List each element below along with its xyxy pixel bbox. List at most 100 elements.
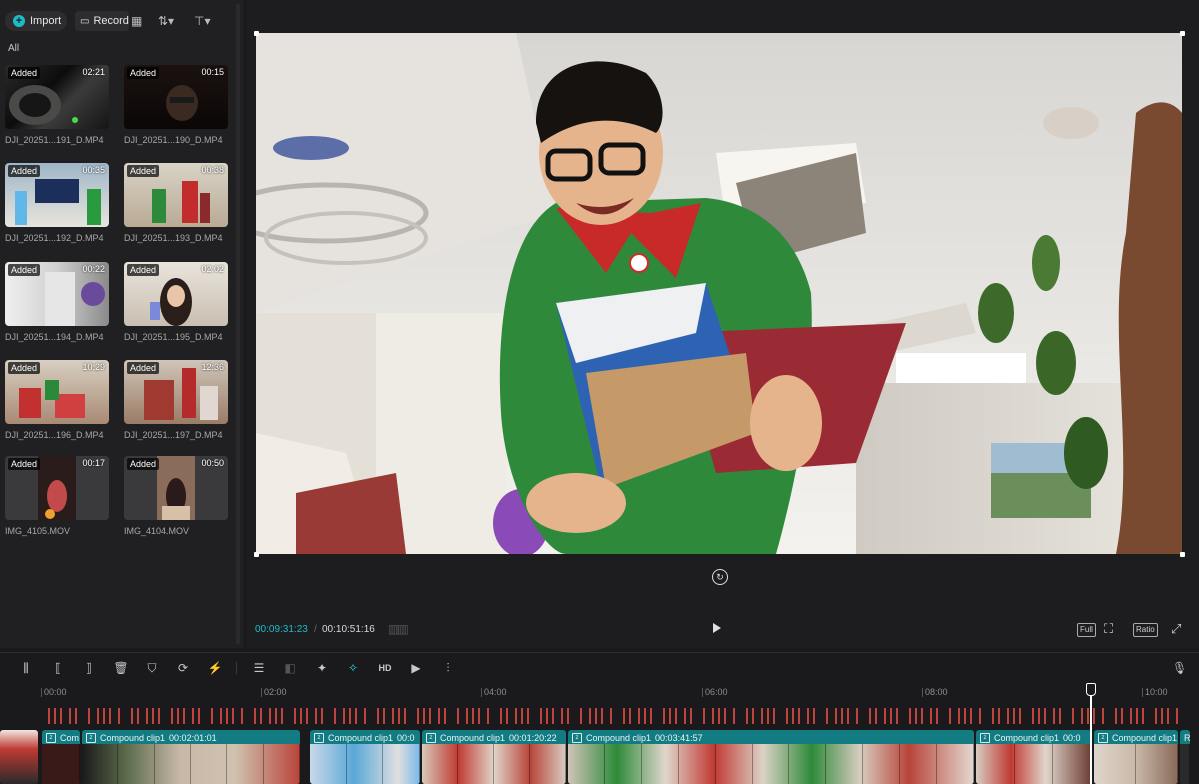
clip-name: Compound clip1 bbox=[440, 733, 506, 743]
compound-clip[interactable]: z Com bbox=[42, 730, 80, 784]
media-thumbnail: Added 10:29 bbox=[5, 360, 109, 424]
delete-icon[interactable]: 🗑 bbox=[113, 660, 129, 676]
media-item[interactable]: Added 02:21 DJI_20251...191_D.MP4 bbox=[5, 65, 109, 145]
crop-icon[interactable]: ⟳ bbox=[175, 660, 191, 676]
auto-reframe-icon[interactable]: ⚡ bbox=[207, 660, 223, 676]
filter-all-label[interactable]: All bbox=[8, 43, 19, 54]
crop-handle[interactable] bbox=[1180, 31, 1185, 36]
trim-left-icon[interactable]: ⟦ bbox=[50, 660, 66, 676]
clip-label: z Compound clip1 00:02:01:01 bbox=[86, 732, 217, 744]
beat-marker bbox=[232, 708, 234, 724]
magic-edit-icon[interactable]: ✧ bbox=[345, 660, 361, 676]
beat-marker bbox=[890, 708, 892, 724]
sort-icon[interactable]: ⇅▾ bbox=[158, 13, 174, 29]
beat-marker bbox=[798, 708, 800, 724]
ruler-tick bbox=[261, 688, 262, 697]
media-item[interactable]: Added 00:17 IMG_4105.MOV bbox=[5, 456, 109, 536]
file-name: DJI_20251...194_D.MP4 bbox=[5, 332, 104, 342]
zoom-fit-icon[interactable]: ⛶ bbox=[1104, 621, 1113, 637]
compound-clip[interactable]: z Compound clip1 00:0 bbox=[976, 730, 1092, 784]
media-item[interactable]: Added 12:36 DJI_20251...197_D.MP4 bbox=[124, 360, 228, 440]
media-item[interactable]: Added 00:50 IMG_4104.MOV bbox=[124, 456, 228, 536]
freeze-icon[interactable]: ◧ bbox=[282, 660, 298, 676]
hd-icon[interactable]: HD bbox=[377, 660, 393, 676]
grid-view-icon[interactable]: ▦ bbox=[131, 13, 142, 29]
added-badge: Added bbox=[8, 264, 41, 276]
media-scrollbar[interactable] bbox=[236, 4, 240, 644]
record-button[interactable]: ▭ Record bbox=[75, 11, 129, 31]
captions-icon[interactable]: ☰ bbox=[251, 660, 267, 676]
export-frame-icon[interactable]: ▶ bbox=[408, 660, 424, 676]
timeline-ruler[interactable]: 00:00 02:00 04:00 06:00 08:00 10:00 bbox=[0, 684, 1199, 702]
ruler-label: 04:00 bbox=[484, 687, 507, 697]
added-badge: Added bbox=[8, 362, 41, 374]
split-icon[interactable]: ⫼ bbox=[18, 660, 34, 676]
compound-clip[interactable]: z Compound clip1 00:01:20:22 bbox=[422, 730, 566, 784]
beat-marker bbox=[97, 708, 99, 724]
beat-marker-track[interactable] bbox=[40, 708, 1190, 726]
beat-marker bbox=[364, 708, 366, 724]
ai-avatar-icon[interactable]: ✦ bbox=[314, 660, 330, 676]
duration-label: 00:17 bbox=[82, 458, 105, 468]
rotate-icon[interactable]: ↻ bbox=[712, 569, 728, 585]
fullscreen-icon[interactable]: ⤢ bbox=[1171, 621, 1181, 637]
ratio-button[interactable]: Ratio bbox=[1133, 623, 1158, 637]
compound-clip[interactable]: R bbox=[1180, 730, 1190, 784]
added-badge: Added bbox=[127, 458, 160, 470]
media-panel: + Import ▭ Record ▦ ⇅▾ ⊤▾ All Added 02:2… bbox=[0, 0, 243, 648]
crop-handle[interactable] bbox=[254, 31, 259, 36]
beat-marker bbox=[131, 708, 133, 724]
beat-marker bbox=[48, 708, 50, 724]
beat-marker bbox=[1087, 708, 1089, 724]
audio-wave-icon[interactable]: ⫶ bbox=[440, 660, 456, 676]
compound-clip[interactable]: z Compound clip1 00:0 bbox=[310, 730, 420, 784]
compound-clip-icon: z bbox=[314, 733, 324, 743]
media-item[interactable]: Added 00:22 DJI_20251...194_D.MP4 bbox=[5, 262, 109, 342]
beat-marker bbox=[171, 708, 173, 724]
compound-clip[interactable]: z Compound clip1 00:03:41:57 bbox=[568, 730, 974, 784]
full-button[interactable]: Full bbox=[1077, 623, 1096, 637]
beat-marker bbox=[377, 708, 379, 724]
beat-marker bbox=[146, 708, 148, 724]
beat-marker bbox=[521, 708, 523, 724]
media-item[interactable]: Added 00:15 DJI_20251...190_D.MP4 bbox=[124, 65, 228, 145]
mark-icon[interactable]: ⛉ bbox=[144, 660, 160, 676]
clip-frames bbox=[422, 744, 566, 784]
file-name: DJI_20251...190_D.MP4 bbox=[124, 135, 223, 145]
compound-clip[interactable]: z Compound clip1 00:02:01:01 bbox=[82, 730, 300, 784]
media-item[interactable]: Added 00:38 DJI_20251...193_D.MP4 bbox=[124, 163, 228, 243]
media-item[interactable]: Added 00:35 DJI_20251...192_D.MP4 bbox=[5, 163, 109, 243]
beat-marker bbox=[601, 708, 603, 724]
duration-label: 00:15 bbox=[201, 67, 224, 77]
playhead-handle[interactable] bbox=[1086, 683, 1096, 696]
mic-icon[interactable]: 🎙 bbox=[1172, 661, 1187, 675]
beat-marker bbox=[767, 708, 769, 724]
play-button[interactable] bbox=[713, 623, 721, 633]
crop-handle[interactable] bbox=[254, 552, 259, 557]
current-timecode: 00:09:31:23 bbox=[255, 624, 308, 635]
filter-icon[interactable]: ⊤▾ bbox=[194, 13, 210, 29]
media-item[interactable]: Added 10:29 DJI_20251...196_D.MP4 bbox=[5, 360, 109, 440]
compound-clip-icon: z bbox=[426, 733, 436, 743]
ruler-label: 10:00 bbox=[1145, 687, 1168, 697]
media-item[interactable]: Added 02:02 DJI_20251...195_D.MP4 bbox=[124, 262, 228, 342]
media-toolbar: + Import ▭ Record ▦ ⇅▾ ⊤▾ bbox=[0, 0, 243, 40]
timecode-grid-icon[interactable]: ▥▥ bbox=[388, 622, 409, 636]
compound-clip-icon: z bbox=[46, 733, 56, 743]
file-name: IMG_4104.MOV bbox=[124, 526, 190, 536]
beat-marker bbox=[1038, 708, 1040, 724]
beat-marker bbox=[869, 708, 871, 724]
compound-clip[interactable]: z Compound clip1 bbox=[1094, 730, 1178, 784]
import-button[interactable]: + Import bbox=[5, 11, 67, 31]
playhead[interactable] bbox=[1090, 688, 1092, 784]
trim-right-icon[interactable]: ⟧ bbox=[81, 660, 97, 676]
beat-marker bbox=[724, 708, 726, 724]
beat-marker bbox=[786, 708, 788, 724]
track-cover-thumbnail[interactable] bbox=[0, 730, 38, 784]
beat-marker bbox=[334, 708, 336, 724]
crop-handle[interactable] bbox=[1180, 552, 1185, 557]
beat-marker bbox=[718, 708, 720, 724]
beat-marker bbox=[1053, 708, 1055, 724]
beat-marker bbox=[417, 708, 419, 724]
video-preview[interactable] bbox=[256, 33, 1182, 554]
